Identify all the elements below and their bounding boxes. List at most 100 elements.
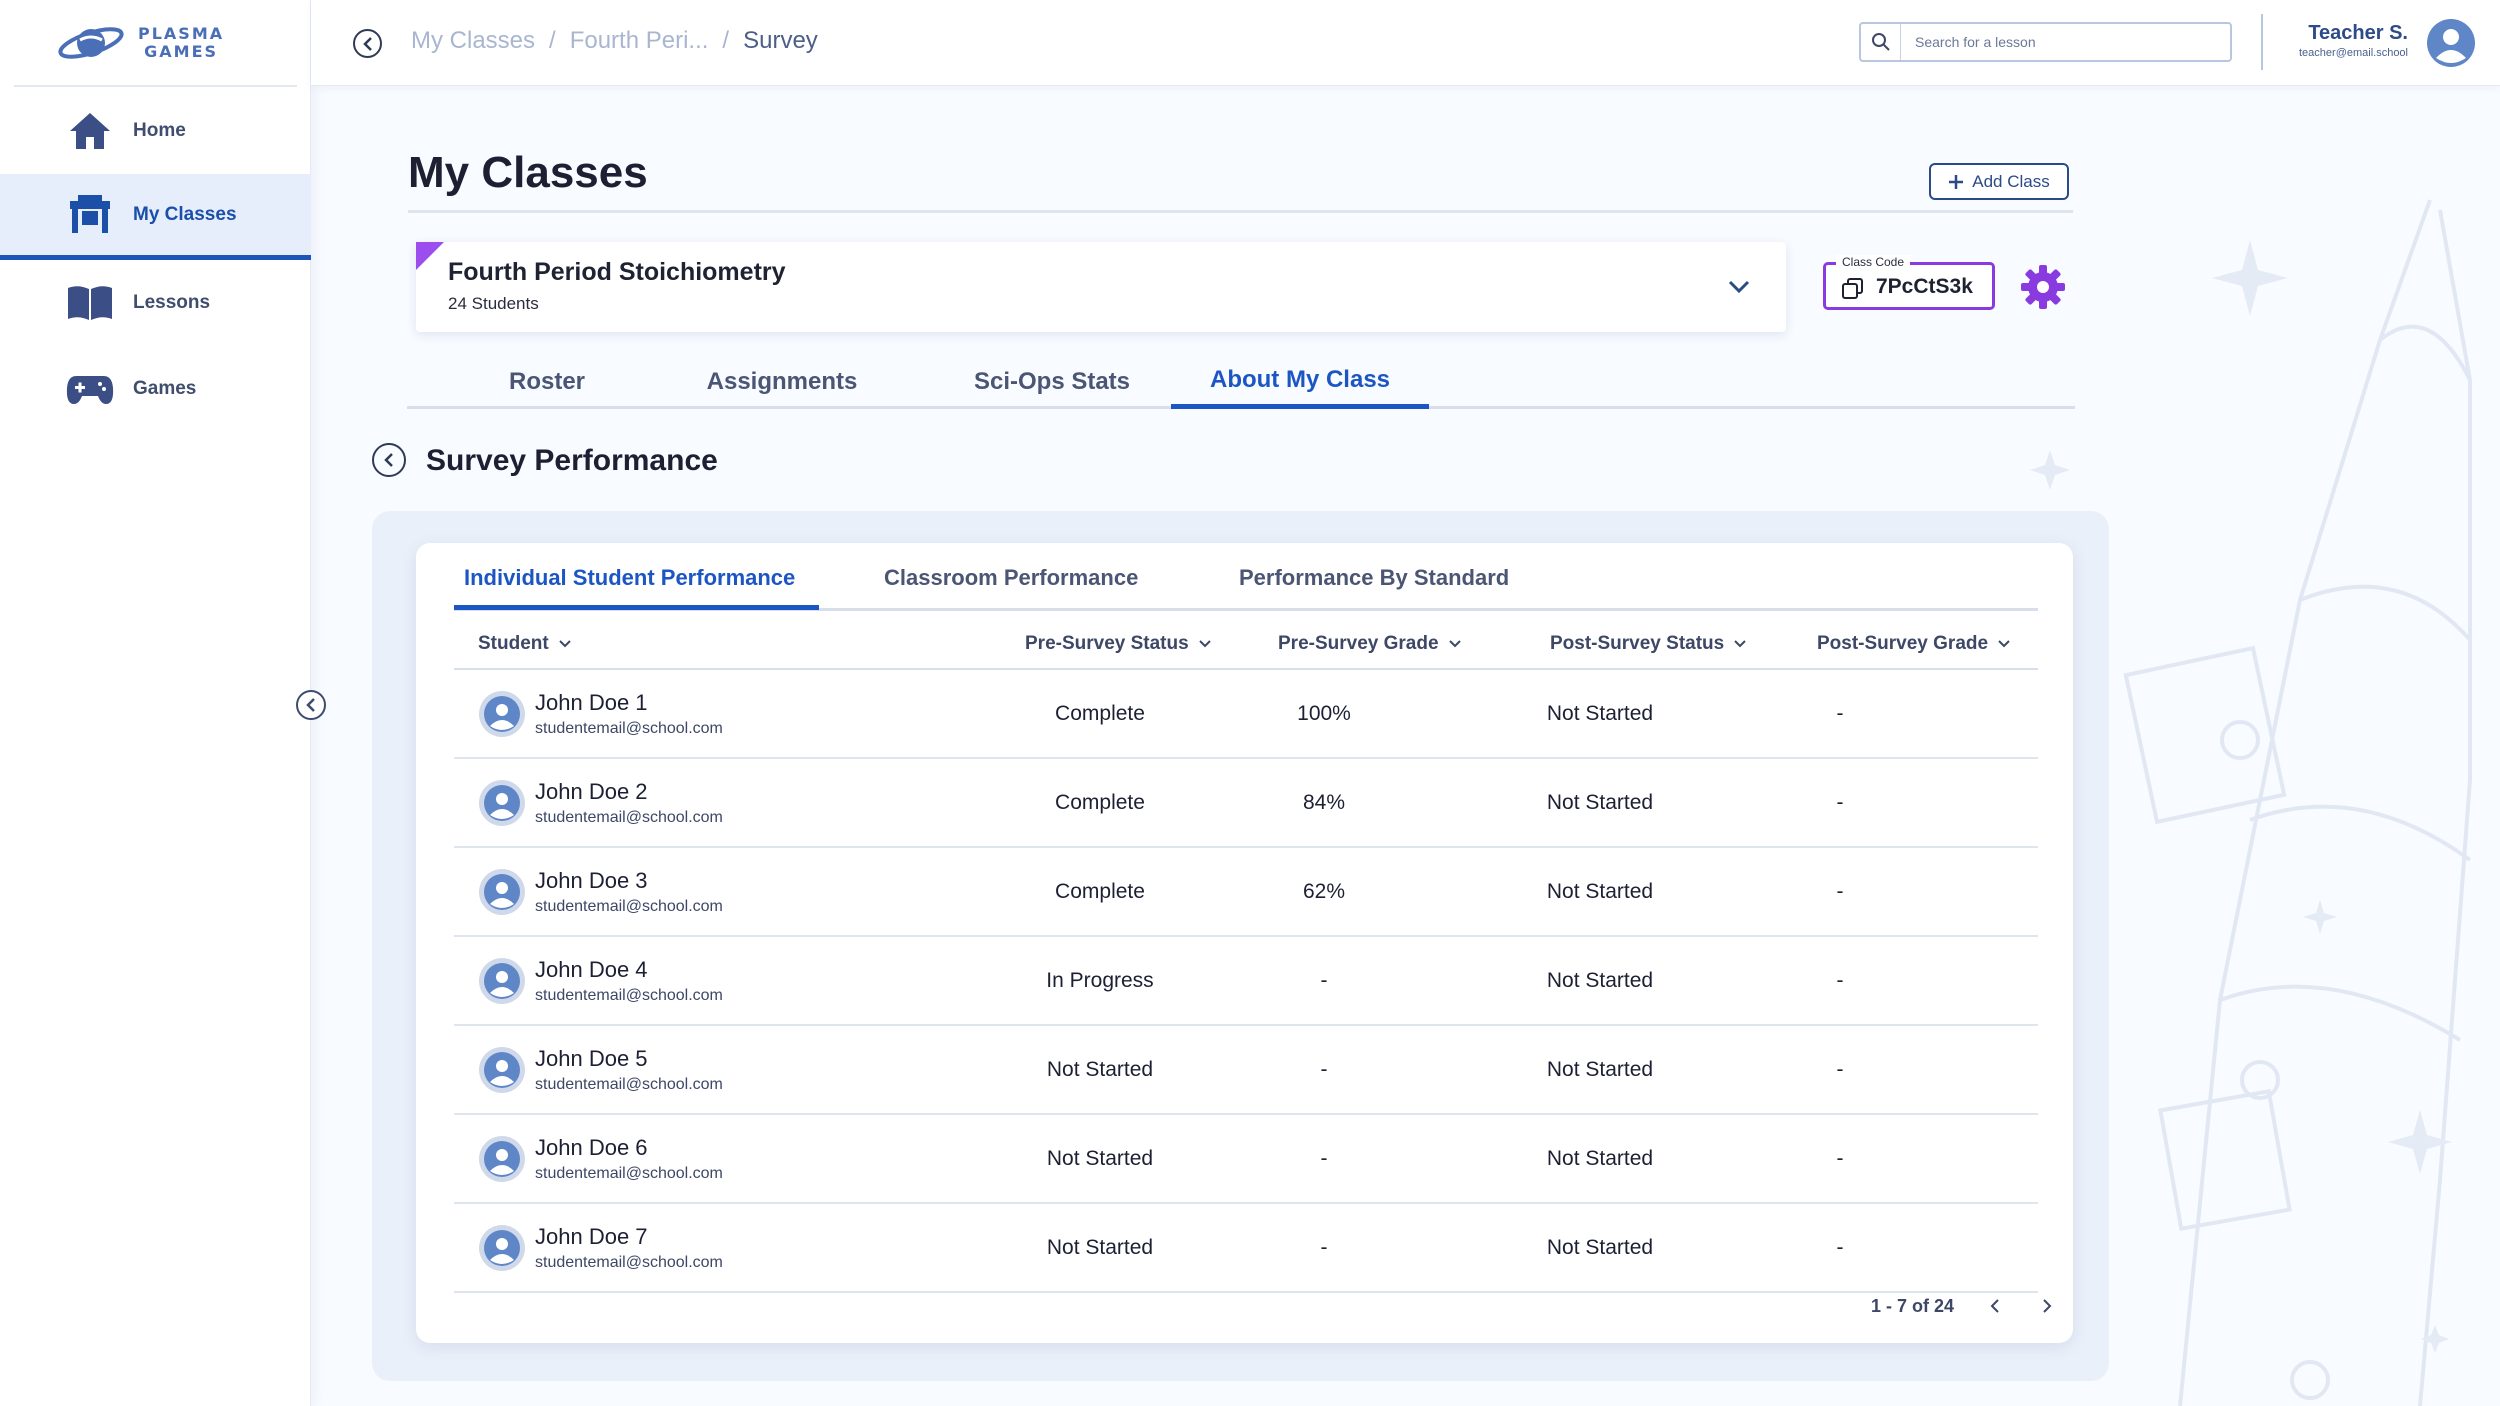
user-name: Teacher S. (2308, 22, 2408, 44)
table-row[interactable]: John Doe 7 studentemail@school.com Not Sta… (454, 1204, 2038, 1293)
post-survey-status: Not Started (1546, 1236, 1654, 1259)
column-header-label: Pre-Survey Status (1025, 633, 1189, 654)
user-email: teacher@email.school (2299, 47, 2408, 59)
class-selector[interactable]: Fourth Period Stoichiometry 24 Students (416, 242, 1786, 332)
sidebar-item-games[interactable]: Games (0, 346, 311, 432)
post-survey-grade: - (1836, 702, 1844, 725)
table-row[interactable]: John Doe 6 studentemail@school.com Not Sta… (454, 1115, 2038, 1204)
sidebar-divider (14, 85, 297, 87)
tab-sci-ops-stats[interactable]: Sci-Ops Stats (947, 355, 1157, 409)
subtab-performance-by-standard[interactable]: Performance By Standard (1239, 565, 1509, 591)
pagination: 1 - 7 of 24 (1871, 1295, 2058, 1317)
sidebar-item-home[interactable]: Home (0, 88, 311, 174)
student-avatar (479, 1136, 525, 1182)
survey-back-button[interactable] (372, 443, 406, 477)
chevron-down-icon (1448, 640, 1461, 648)
header-divider (2261, 14, 2263, 70)
home-icon (66, 107, 114, 155)
page-title: My Classes (408, 148, 648, 197)
add-class-button[interactable]: Add Class (1929, 163, 2069, 200)
column-header-post-survey-status[interactable]: Post-Survey Status (1550, 633, 1746, 655)
breadcrumb-my-classes[interactable]: My Classes (411, 27, 535, 55)
pre-survey-grade: - (1320, 969, 1328, 992)
chevron-left-icon (384, 453, 393, 467)
table-row[interactable]: John Doe 4 studentemail@school.com In Prog… (454, 937, 2038, 1026)
column-header-post-survey-grade[interactable]: Post-Survey Grade (1817, 633, 2010, 655)
logo-line-1: PLASMA (138, 24, 225, 43)
post-survey-status: Not Started (1546, 880, 1654, 903)
breadcrumb-class[interactable]: Fourth Peri... (570, 27, 709, 55)
pagination-range: 1 - 7 of 24 (1871, 1295, 1955, 1316)
back-button[interactable] (353, 29, 382, 58)
subtab-individual-student-performance[interactable]: Individual Student Performance (464, 565, 795, 591)
copy-icon[interactable] (1842, 278, 1864, 300)
book-icon (66, 279, 114, 327)
student-email: studentemail@school.com (535, 1076, 723, 1093)
column-header-student[interactable]: Student (478, 633, 571, 655)
next-page-button[interactable] (2036, 1295, 2058, 1317)
student-email: studentemail@school.com (535, 898, 723, 915)
pre-survey-status: Complete (1055, 791, 1145, 814)
sidebar-item-lessons[interactable]: Lessons (0, 260, 311, 346)
pre-survey-grade: - (1320, 1058, 1328, 1081)
student-name: John Doe 6 (535, 1135, 648, 1160)
collapse-sidebar-button[interactable] (296, 690, 326, 720)
chevron-left-icon (306, 698, 315, 712)
sidebar-item-my-classes[interactable]: My Classes (0, 174, 311, 260)
student-name: John Doe 5 (535, 1046, 648, 1071)
class-code-box[interactable]: Class Code 7PcCtS3k (1823, 255, 1995, 310)
chevron-down-icon (559, 640, 571, 648)
table-row[interactable]: John Doe 1 studentemail@school.com Complet… (454, 670, 2038, 759)
column-header-pre-survey-grade[interactable]: Pre-Survey Grade (1278, 633, 1461, 655)
planet-logo-icon (58, 27, 124, 59)
table-row[interactable]: John Doe 5 studentemail@school.com Not Sta… (454, 1026, 2038, 1115)
plus-icon (1949, 174, 1964, 189)
subtab-classroom-performance[interactable]: Classroom Performance (884, 565, 1138, 591)
student-avatar (479, 869, 525, 915)
class-code-value: 7PcCtS3k (1876, 275, 1973, 298)
class-tabs: Roster Assignments Sci-Ops Stats About M… (407, 355, 2075, 409)
sidebar-item-label: Home (133, 120, 186, 141)
search-icon[interactable] (1861, 24, 1901, 60)
post-survey-grade: - (1836, 1147, 1844, 1170)
student-name: John Doe 7 (535, 1224, 648, 1249)
student-name: John Doe 1 (535, 690, 648, 715)
pre-survey-status: Complete (1055, 702, 1145, 725)
tab-assignments[interactable]: Assignments (677, 355, 887, 409)
survey-performance-card: Individual Student Performance Classroom… (416, 543, 2073, 1343)
student-avatar (479, 1225, 525, 1271)
search-input[interactable] (1901, 34, 2221, 50)
table-row[interactable]: John Doe 2 studentemail@school.com Complet… (454, 759, 2038, 848)
survey-subtabs: Individual Student Performance Classroom… (454, 543, 2038, 611)
sidebar: PLASMA GAMES Home My Classes Lessons Gam… (0, 0, 311, 1406)
logo-line-2: GAMES (144, 42, 219, 61)
post-survey-status: Not Started (1546, 791, 1654, 814)
column-header-label: Pre-Survey Grade (1278, 633, 1439, 654)
sidebar-item-label: Games (133, 378, 197, 399)
tab-about-my-class[interactable]: About My Class (1171, 355, 1429, 409)
search-box (1859, 22, 2232, 62)
chevron-down-icon[interactable] (1724, 272, 1754, 302)
student-avatar (479, 780, 525, 826)
breadcrumb-separator: / (722, 27, 730, 54)
pre-survey-grade: - (1320, 1147, 1328, 1170)
post-survey-status: Not Started (1546, 1147, 1654, 1170)
column-header-label: Post-Survey Status (1550, 633, 1725, 654)
tab-roster[interactable]: Roster (487, 355, 607, 409)
student-avatar (479, 1047, 525, 1093)
post-survey-grade: - (1836, 1058, 1844, 1081)
gear-icon[interactable] (2020, 264, 2066, 310)
table-row[interactable]: John Doe 3 studentemail@school.com Complet… (454, 848, 2038, 937)
post-survey-status: Not Started (1546, 702, 1654, 725)
chevron-down-icon (1734, 640, 1746, 648)
top-bar: My Classes / Fourth Peri... / Survey Tea… (311, 0, 2500, 86)
plasma-games-logo[interactable]: PLASMA GAMES (56, 18, 246, 68)
user-avatar[interactable] (2426, 18, 2476, 68)
post-survey-status: Not Started (1546, 969, 1654, 992)
student-email: studentemail@school.com (535, 987, 723, 1004)
column-header-pre-survey-status[interactable]: Pre-Survey Status (1025, 633, 1211, 655)
chevron-right-icon (2043, 1299, 2052, 1313)
student-avatar (479, 691, 525, 737)
pre-survey-grade: 62% (1302, 880, 1346, 903)
previous-page-button[interactable] (1984, 1295, 2006, 1317)
